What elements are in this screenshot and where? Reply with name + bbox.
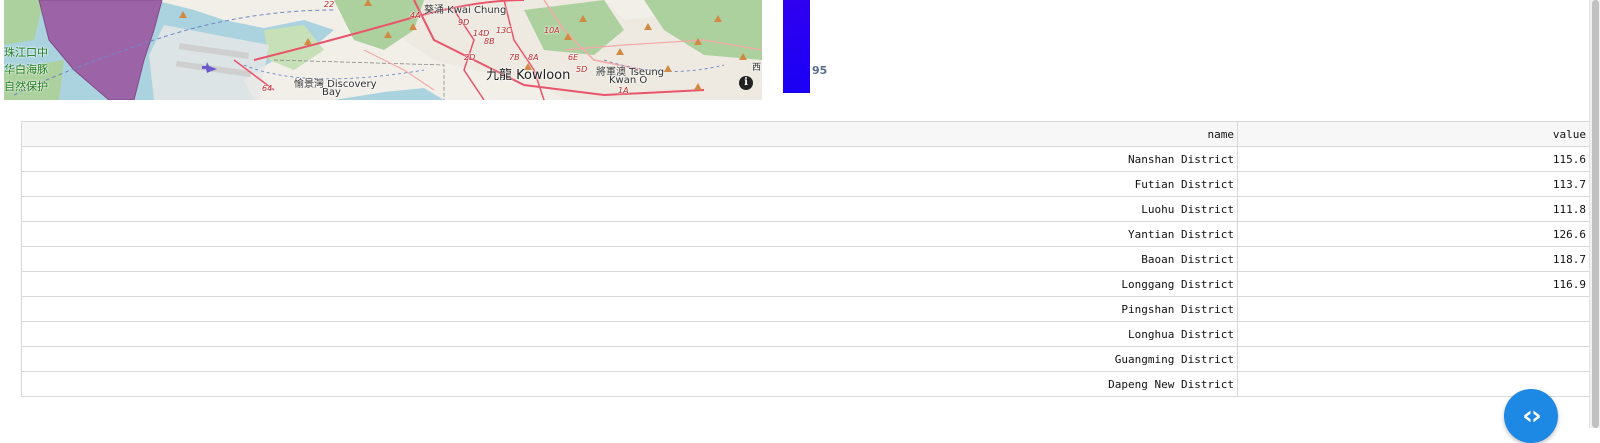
table-row: Longhua District <box>21 321 1590 347</box>
route-label: 64 <box>262 84 273 93</box>
map-label-estuary-2: 华白海豚 <box>4 63 48 76</box>
map-label-estuary-1: 珠江口中 <box>4 46 48 59</box>
cell-name: Yantian District <box>21 221 1238 247</box>
table-row: Dapeng New District <box>21 371 1590 397</box>
route-label: 8A <box>528 53 539 62</box>
table-row: Pingshan District <box>21 296 1590 322</box>
cell-name: Luohu District <box>21 196 1238 222</box>
cell-name: Dapeng New District <box>21 371 1238 397</box>
map-label-west-edge: 西 <box>752 63 762 73</box>
cell-name: Futian District <box>21 171 1238 197</box>
route-label: 1A <box>618 86 629 95</box>
cell-value: 118.7 <box>1237 246 1590 272</box>
cell-value <box>1237 321 1590 347</box>
cell-value: 116.9 <box>1237 271 1590 297</box>
cell-name: Pingshan District <box>21 296 1238 322</box>
table-row: Luohu District 111.8 <box>21 196 1590 222</box>
scrollbar-thumb[interactable] <box>1592 0 1599 428</box>
route-label: 13C <box>496 26 512 35</box>
map-label-tseung-kwan-o-2: Kwan O <box>609 75 648 86</box>
map-view[interactable]: 葵涌 Kwai Chung 九龍 Kowloon 愉景灣 Discovery B… <box>4 0 762 100</box>
route-label: 7B <box>509 53 520 62</box>
color-legend-bar <box>783 0 810 93</box>
cell-value: 115.6 <box>1237 146 1590 172</box>
cell-name: Guangming District <box>21 346 1238 372</box>
route-label: 6E <box>568 53 579 62</box>
column-header-value[interactable]: value <box>1237 121 1590 147</box>
map-label-kwai-chung: 葵涌 Kwai Chung <box>424 5 507 16</box>
cell-name: Nanshan District <box>21 146 1238 172</box>
route-label: 8B <box>484 37 495 46</box>
cell-name: Longgang District <box>21 271 1238 297</box>
code-icon[interactable]: ‹› <box>1504 389 1558 443</box>
info-icon[interactable]: i <box>739 76 753 90</box>
route-label: 4A <box>410 11 421 20</box>
cell-value: 111.8 <box>1237 196 1590 222</box>
table-row: Longgang District 116.9 <box>21 271 1590 297</box>
color-legend-tick: 95 <box>812 64 828 77</box>
table-row: Yantian District 126.6 <box>21 221 1590 247</box>
map-label-kowloon: 九龍 Kowloon <box>486 68 571 83</box>
data-table: name value Nanshan District 115.6 Futian … <box>21 121 1590 397</box>
route-label: 5D <box>576 65 588 74</box>
table-row: Guangming District <box>21 346 1590 372</box>
vertical-scrollbar[interactable] <box>1589 0 1600 428</box>
route-label: 2D <box>464 53 476 62</box>
map-label-discovery-bay-2: Bay <box>322 87 341 98</box>
map-label-estuary-3: 自然保护 <box>4 80 48 93</box>
cell-value <box>1237 346 1590 372</box>
cell-value: 113.7 <box>1237 171 1590 197</box>
cell-name: Longhua District <box>21 321 1238 347</box>
cell-name: Baoan District <box>21 246 1238 272</box>
table-row: Futian District 113.7 <box>21 171 1590 197</box>
table-header-row: name value <box>21 121 1590 147</box>
route-label: 9D <box>458 18 470 27</box>
table-row: Nanshan District 115.6 <box>21 146 1590 172</box>
column-header-name[interactable]: name <box>21 121 1238 147</box>
route-label: 10A <box>544 26 560 35</box>
cell-value <box>1237 296 1590 322</box>
map-tiles <box>4 0 762 100</box>
table-row: Baoan District 118.7 <box>21 246 1590 272</box>
data-table-container: name value Nanshan District 115.6 Futian … <box>21 121 1590 397</box>
route-label: 22 <box>324 0 335 9</box>
cell-value: 126.6 <box>1237 221 1590 247</box>
